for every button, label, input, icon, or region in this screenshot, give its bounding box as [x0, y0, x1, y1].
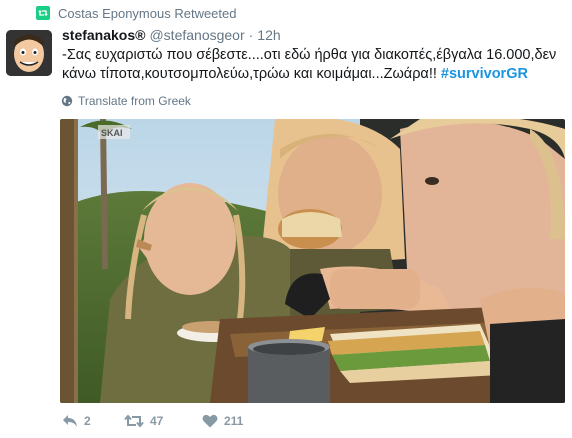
- like-count: 211: [224, 414, 244, 428]
- retweet-button[interactable]: 47: [124, 414, 202, 428]
- tv-watermark: SKAI: [101, 128, 123, 138]
- reply-button[interactable]: 2: [62, 414, 124, 428]
- heart-icon: [202, 414, 218, 428]
- retweet-count: 47: [150, 414, 164, 428]
- translate-label: Translate from Greek: [78, 94, 191, 108]
- retweeted-by-label: Costas Eponymous Retweeted: [58, 5, 237, 21]
- tweet-text: -Σας ευχαριστώ που σέβεστε....οτι εδώ ήρ…: [62, 46, 560, 84]
- hashtag-link[interactable]: #survivorGR: [441, 66, 528, 82]
- tweet-actions: 2 47 211: [62, 414, 243, 428]
- social-context[interactable]: Costas Eponymous Retweeted: [36, 4, 236, 22]
- timestamp[interactable]: 12h: [257, 27, 280, 43]
- retweet-icon: [36, 6, 50, 20]
- avatar[interactable]: [6, 30, 52, 76]
- tweet-header: stefanakos® @stefanosgeor · 12h: [62, 27, 281, 43]
- display-name[interactable]: stefanakos®: [62, 27, 145, 43]
- globe-icon: [61, 95, 73, 107]
- separator-dot: ·: [248, 27, 254, 43]
- tweet-media-photo[interactable]: SKAI: [60, 119, 565, 403]
- retweet-icon: [124, 414, 144, 428]
- reply-icon: [63, 415, 77, 427]
- like-button[interactable]: 211: [202, 414, 243, 428]
- reply-count: 2: [84, 414, 91, 428]
- translate-link[interactable]: Translate from Greek: [61, 94, 191, 108]
- screen-name[interactable]: @stefanosgeor: [149, 27, 244, 43]
